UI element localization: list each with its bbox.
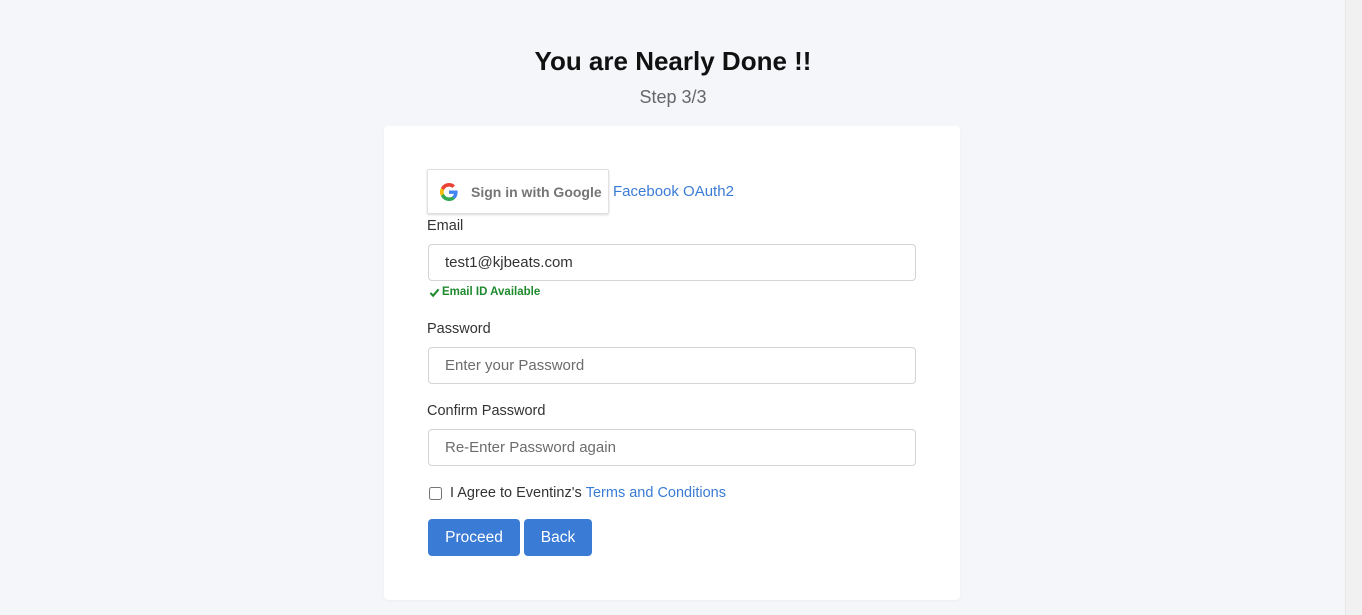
confirm-password-field[interactable] [428, 429, 916, 466]
terms-link[interactable]: Terms and Conditions [586, 485, 726, 501]
page-header: You are Nearly Done !! Step 3/3 [0, 44, 1346, 108]
confirm-password-label: Confirm Password [427, 403, 546, 419]
agree-text: I Agree to Eventinz's [450, 485, 582, 501]
email-status: Email ID Available [429, 286, 540, 298]
back-button[interactable]: Back [524, 519, 592, 556]
email-field[interactable] [428, 244, 916, 281]
google-signin-button[interactable]: Sign in with Google [427, 169, 609, 214]
social-login-row: Sign in with Google Facebook OAuth2 [427, 169, 734, 214]
page-scrollbar[interactable] [1345, 0, 1362, 615]
signup-card: Sign in with Google Facebook OAuth2 Emai… [384, 126, 960, 600]
password-field[interactable] [428, 347, 916, 384]
google-signin-label: Sign in with Google [471, 183, 602, 200]
page-title: You are Nearly Done !! [534, 46, 812, 76]
email-status-text: Email ID Available [442, 286, 541, 298]
terms-agreement-row: I Agree to Eventinz's Terms and Conditio… [428, 485, 726, 501]
facebook-oauth-link[interactable]: Facebook OAuth2 [613, 183, 734, 200]
email-label: Email [427, 218, 464, 234]
step-indicator: Step 3/3 [639, 87, 707, 107]
proceed-button[interactable]: Proceed [428, 519, 520, 556]
password-label: Password [427, 321, 491, 337]
terms-checkbox[interactable] [429, 486, 442, 500]
checkmark-icon [429, 287, 440, 298]
google-g-icon [440, 182, 458, 201]
